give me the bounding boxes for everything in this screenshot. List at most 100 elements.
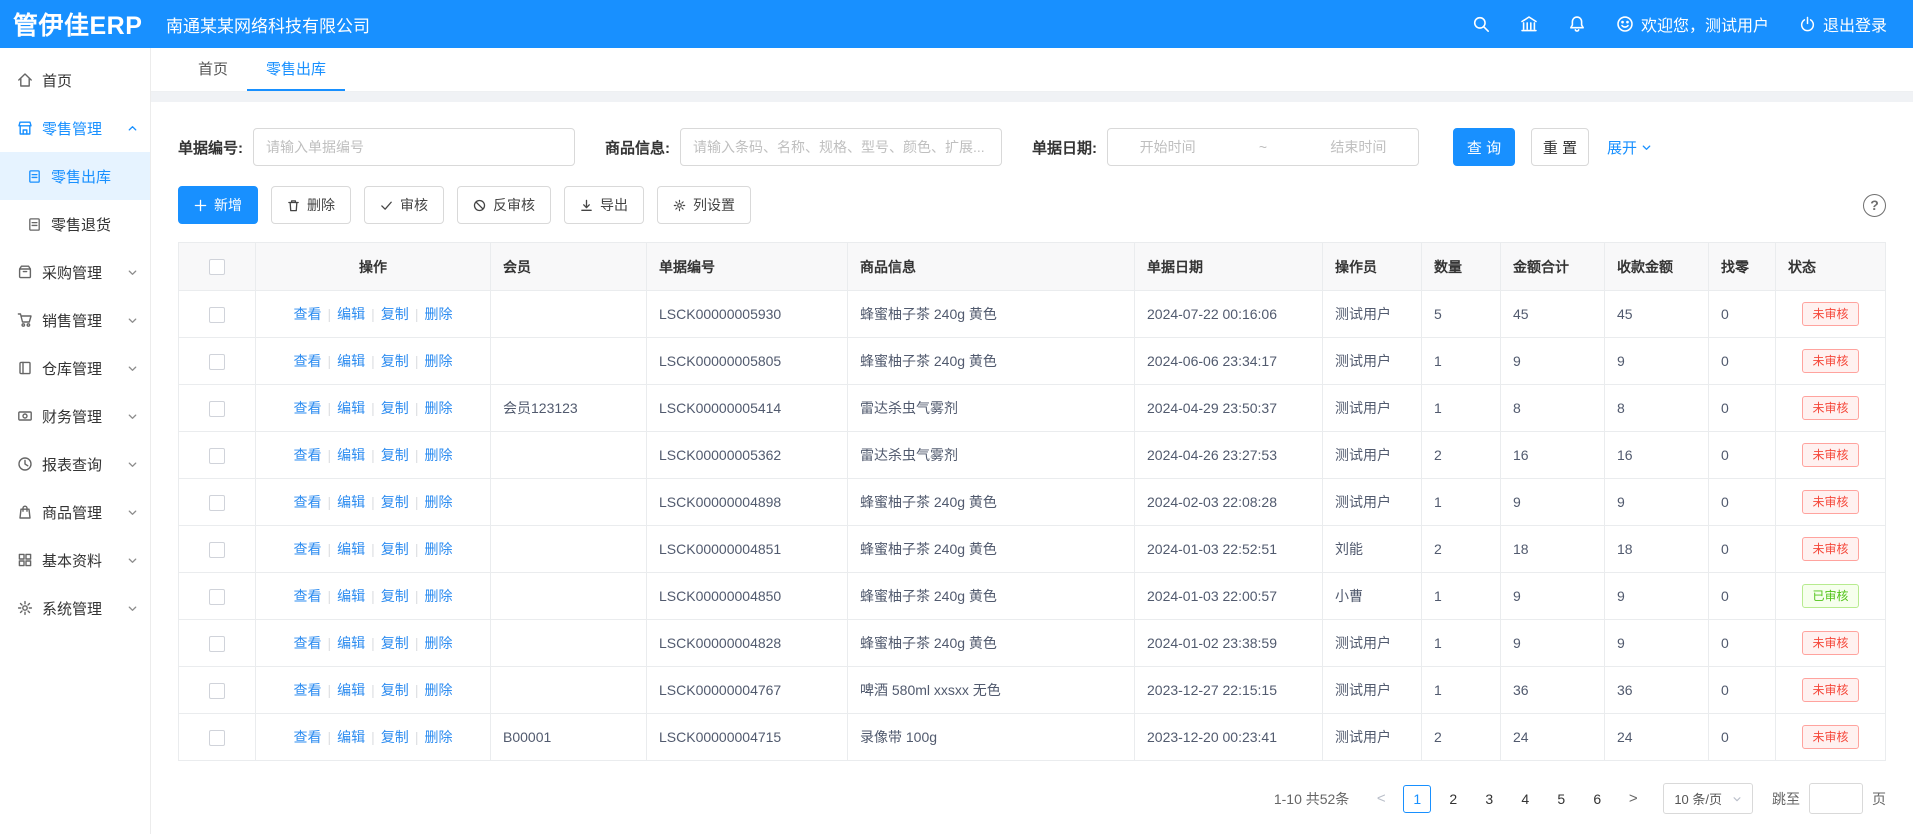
product-info-input[interactable] [680,128,1002,166]
edit-link[interactable]: 编辑 [337,494,365,510]
row-checkbox[interactable] [209,636,225,652]
sidebar-item-reports[interactable]: 报表查询 [0,440,150,488]
edit-link[interactable]: 编辑 [337,447,365,463]
copy-link[interactable]: 复制 [381,353,409,369]
delete-link[interactable]: 删除 [424,682,452,698]
copy-link[interactable]: 复制 [381,494,409,510]
reset-button[interactable]: 重 置 [1531,128,1589,166]
jump-page-input[interactable] [1809,783,1863,814]
chevron-down-icon [127,315,138,326]
column-settings-button[interactable]: 列设置 [657,186,751,224]
welcome-user[interactable]: 欢迎您，测试用户 [1616,12,1769,36]
edit-link[interactable]: 编辑 [337,541,365,557]
bell-icon[interactable] [1568,15,1586,33]
logout-button[interactable]: 退出登录 [1799,12,1887,36]
column-actions: 操作 [256,243,491,291]
page-button[interactable]: 3 [1475,785,1503,813]
sidebar-item-retail[interactable]: 零售管理 [0,104,150,152]
view-link[interactable]: 查看 [294,494,322,510]
view-link[interactable]: 查看 [294,682,322,698]
delete-link[interactable]: 删除 [424,635,452,651]
audit-button[interactable]: 审核 [364,186,444,224]
operator-cell: 测试用户 [1323,432,1422,479]
delete-link[interactable]: 删除 [424,447,452,463]
copy-link[interactable]: 复制 [381,447,409,463]
row-checkbox[interactable] [209,542,225,558]
edit-link[interactable]: 编辑 [337,400,365,416]
view-link[interactable]: 查看 [294,400,322,416]
date-range-picker[interactable]: 开始时间 ~ 结束时间 [1107,128,1419,166]
product-cell: 蜂蜜柚子茶 240g 黄色 [848,620,1135,667]
copy-link[interactable]: 复制 [381,541,409,557]
expand-link[interactable]: 展开 [1607,137,1652,158]
copy-link[interactable]: 复制 [381,682,409,698]
sidebar-item-basic-data[interactable]: 基本资料 [0,536,150,584]
row-checkbox[interactable] [209,495,225,511]
row-checkbox[interactable] [209,354,225,370]
copy-link[interactable]: 复制 [381,635,409,651]
delete-link[interactable]: 删除 [424,588,452,604]
copy-link[interactable]: 复制 [381,729,409,745]
delete-link[interactable]: 删除 [424,494,452,510]
page-button[interactable]: 5 [1547,785,1575,813]
view-link[interactable]: 查看 [294,541,322,557]
select-all-checkbox[interactable] [209,259,225,275]
row-checkbox[interactable] [209,401,225,417]
view-link[interactable]: 查看 [294,635,322,651]
help-icon[interactable]: ? [1863,194,1886,217]
edit-link[interactable]: 编辑 [337,353,365,369]
sidebar-item-home[interactable]: 首页 [0,56,150,104]
page-button[interactable]: 1 [1403,785,1431,813]
edit-link[interactable]: 编辑 [337,635,365,651]
delete-link[interactable]: 删除 [424,306,452,322]
export-button[interactable]: 导出 [564,186,644,224]
sidebar-item-products[interactable]: 商品管理 [0,488,150,536]
row-checkbox[interactable] [209,307,225,323]
copy-link[interactable]: 复制 [381,306,409,322]
bill-no-input[interactable] [253,128,575,166]
page-button[interactable]: 4 [1511,785,1539,813]
delete-link[interactable]: 删除 [424,541,452,557]
sidebar-item-retail-outbound[interactable]: 零售出库 [0,152,150,200]
product-cell: 蜂蜜柚子茶 240g 黄色 [848,338,1135,385]
edit-link[interactable]: 编辑 [337,588,365,604]
delete-link[interactable]: 删除 [424,353,452,369]
row-checkbox[interactable] [209,730,225,746]
edit-link[interactable]: 编辑 [337,729,365,745]
prev-page-icon[interactable]: < [1368,785,1394,813]
view-link[interactable]: 查看 [294,729,322,745]
edit-link[interactable]: 编辑 [337,306,365,322]
query-button[interactable]: 查 询 [1453,128,1515,166]
delete-button[interactable]: 删除 [271,186,351,224]
page-button[interactable]: 6 [1583,785,1611,813]
bank-icon[interactable] [1520,15,1538,33]
sidebar-item-retail-return[interactable]: 零售退货 [0,200,150,248]
sidebar-item-finance[interactable]: 财务管理 [0,392,150,440]
sidebar-item-purchase[interactable]: 采购管理 [0,248,150,296]
view-link[interactable]: 查看 [294,447,322,463]
unaudit-button[interactable]: 反审核 [457,186,551,224]
tab-retail-outbound[interactable]: 零售出库 [247,48,345,91]
table-row: 查看|编辑|复制|删除 B00001 LSCK00000004715 录像带 1… [179,714,1886,761]
delete-link[interactable]: 删除 [424,729,452,745]
page-size-select[interactable]: 10 条/页 [1663,783,1753,814]
row-checkbox[interactable] [209,448,225,464]
copy-link[interactable]: 复制 [381,400,409,416]
row-checkbox[interactable] [209,683,225,699]
next-page-icon[interactable]: > [1620,785,1646,813]
top-header: 管伊佳ERP 南通某某网络科技有限公司 欢迎您，测试用户 [0,0,1913,48]
view-link[interactable]: 查看 [294,353,322,369]
add-button[interactable]: 新增 [178,186,258,224]
search-icon[interactable] [1472,15,1490,33]
view-link[interactable]: 查看 [294,588,322,604]
sidebar-item-warehouse[interactable]: 仓库管理 [0,344,150,392]
sidebar-item-system[interactable]: 系统管理 [0,584,150,632]
copy-link[interactable]: 复制 [381,588,409,604]
row-checkbox[interactable] [209,589,225,605]
sidebar-item-sales[interactable]: 销售管理 [0,296,150,344]
page-button[interactable]: 2 [1439,785,1467,813]
edit-link[interactable]: 编辑 [337,682,365,698]
tab-home[interactable]: 首页 [179,48,247,91]
view-link[interactable]: 查看 [294,306,322,322]
delete-link[interactable]: 删除 [424,400,452,416]
